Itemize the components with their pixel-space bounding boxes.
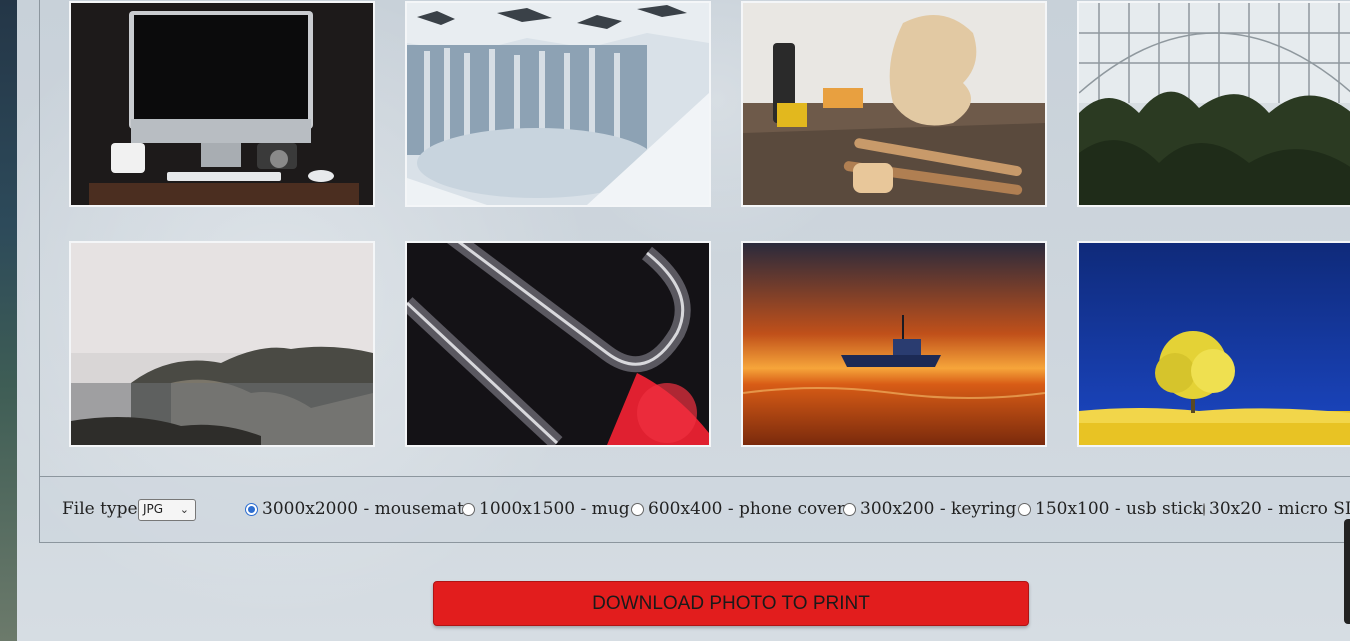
photo-thumb-foggy-coast[interactable] (69, 241, 375, 447)
photo-thumb-guitar-workshop[interactable] (741, 1, 1047, 207)
photo-thumb-glasshouse[interactable] (1077, 1, 1350, 207)
radio-icon[interactable] (1203, 502, 1205, 516)
photo-thumb-yellow-tree[interactable] (1077, 241, 1350, 447)
photo-thumb-abstract-chrome[interactable] (405, 241, 711, 447)
chevron-down-icon: ⌄ (179, 503, 189, 516)
size-option-label: 150x100 - usb stick (1035, 499, 1203, 519)
download-photo-button[interactable]: DOWNLOAD PHOTO TO PRINT (433, 581, 1029, 626)
size-option-micro-sd[interactable]: 30x20 - micro SD (1203, 498, 1350, 520)
file-type-select[interactable]: JPG ⌄ (138, 499, 196, 521)
scrollbar-handle[interactable] (1344, 519, 1350, 624)
size-option-label: 600x400 - phone cover (648, 499, 846, 519)
size-option-keyring[interactable]: 300x200 - keyring (843, 498, 1016, 520)
size-option-label: 300x200 - keyring (860, 499, 1017, 519)
file-type-value: JPG (143, 502, 164, 516)
radio-icon[interactable] (1018, 502, 1031, 516)
radio-icon[interactable] (631, 502, 644, 516)
file-type-label: File type (62, 499, 138, 519)
size-option-mousemat[interactable]: 3000x2000 - mousemat (245, 498, 464, 520)
background-strip (0, 0, 17, 641)
photo-thumb-sunset-boat[interactable] (741, 241, 1047, 447)
size-option-label: 30x20 - micro SD (1209, 499, 1350, 519)
size-option-label: 1000x1500 - mug (479, 499, 630, 519)
print-options-bar: File type JPG ⌄ 3000x2000 - mousemat 100… (39, 477, 1350, 543)
radio-icon[interactable] (843, 502, 856, 516)
photo-thumb-imac-desk[interactable] (69, 1, 375, 207)
size-option-label: 3000x2000 - mousemat (262, 499, 464, 519)
size-option-mug[interactable]: 1000x1500 - mug (462, 498, 630, 520)
photo-thumb-frozen-waterfall[interactable] (405, 1, 711, 207)
radio-selected-icon[interactable] (245, 502, 258, 516)
radio-icon[interactable] (462, 502, 475, 516)
size-option-phone-cover[interactable]: 600x400 - phone cover (631, 498, 845, 520)
size-option-usb-stick[interactable]: 150x100 - usb stick (1018, 498, 1203, 520)
